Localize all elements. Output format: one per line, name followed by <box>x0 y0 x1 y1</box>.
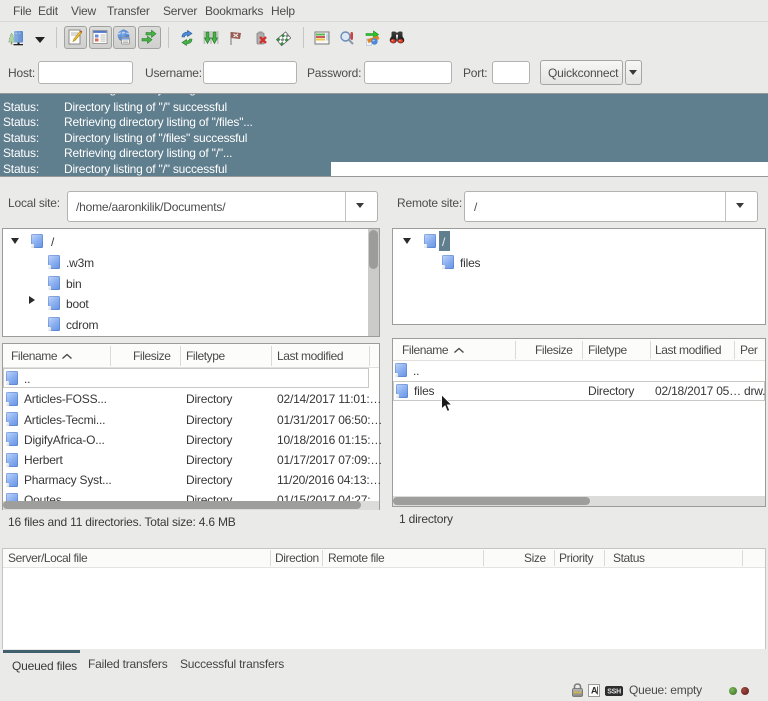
svg-text:SSH: SSH <box>607 689 621 696</box>
svg-text:A: A <box>591 686 598 696</box>
